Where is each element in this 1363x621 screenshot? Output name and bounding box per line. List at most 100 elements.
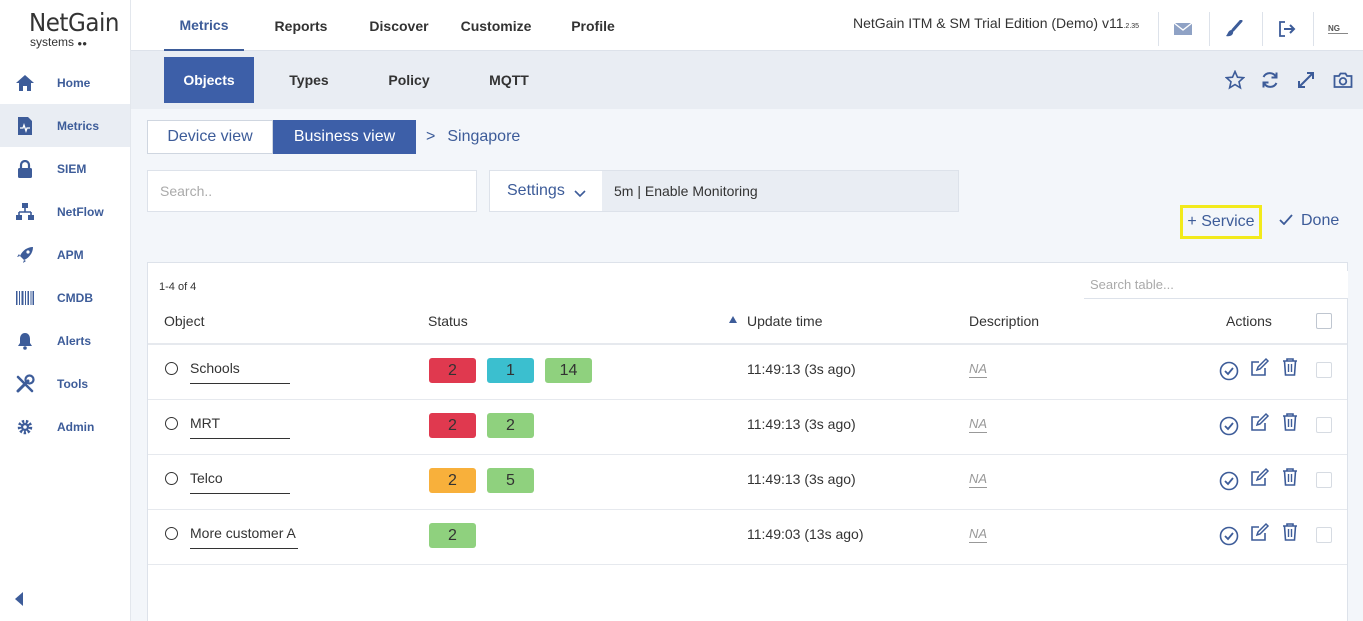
check-circle-icon[interactable] [1218, 525, 1240, 547]
refresh-icon[interactable] [1259, 69, 1281, 91]
settings-group: Settings 5m | Enable Monitoring [489, 170, 959, 212]
status-badge[interactable]: 5 [487, 468, 534, 493]
device-view-button[interactable]: Device view [147, 120, 273, 154]
star-icon[interactable] [1224, 69, 1246, 91]
column-header-update-time[interactable]: Update time [747, 313, 822, 329]
update-time: 11:49:13 (3s ago) [747, 471, 856, 487]
trash-icon[interactable] [1279, 356, 1301, 378]
collapse-sidebar-icon[interactable] [14, 591, 26, 607]
status-badge[interactable]: 14 [545, 358, 592, 383]
row-checkbox[interactable] [1316, 527, 1332, 543]
status-badge[interactable]: 2 [429, 413, 476, 438]
row-radio[interactable] [165, 472, 178, 485]
business-view-button[interactable]: Business view [273, 120, 416, 154]
tab-profile[interactable]: Profile [553, 0, 633, 51]
done-button[interactable]: Done [1279, 212, 1339, 230]
row-radio[interactable] [165, 417, 178, 430]
table-search-input[interactable] [1084, 271, 1348, 299]
check-circle-icon[interactable] [1218, 415, 1240, 437]
breadcrumb-item-singapore[interactable]: Singapore [447, 128, 520, 145]
sidebar-item-netflow[interactable]: NetFlow [0, 190, 130, 233]
row-checkbox[interactable] [1316, 417, 1332, 433]
metrics-icon [14, 115, 36, 137]
add-service-button[interactable]: + Service [1180, 205, 1262, 239]
edit-icon[interactable] [1249, 356, 1271, 378]
check-circle-icon[interactable] [1218, 360, 1240, 382]
sidebar-item-tools[interactable]: Tools [0, 362, 130, 405]
status-badge[interactable]: 2 [429, 358, 476, 383]
sidebar-item-label: Home [57, 75, 91, 90]
expand-icon[interactable] [1295, 69, 1317, 91]
camera-icon[interactable] [1332, 69, 1354, 91]
edit-icon[interactable] [1249, 411, 1271, 433]
sidebar-item-label: APM [57, 247, 84, 262]
sidebar-item-label: NetFlow [57, 204, 104, 219]
settings-dropdown[interactable]: Settings [490, 171, 602, 211]
row-count: 1-4 of 4 [159, 281, 197, 293]
row-checkbox[interactable] [1316, 472, 1332, 488]
logo-subtext: systems ●● [30, 35, 88, 49]
trash-icon[interactable] [1279, 466, 1301, 488]
tab-policy[interactable]: Policy [369, 57, 449, 103]
sidebar-item-label: Admin [57, 419, 95, 434]
tab-mqtt[interactable]: MQTT [469, 57, 549, 103]
column-header-object[interactable]: Object [164, 313, 204, 329]
status-badge[interactable]: 2 [429, 523, 476, 548]
tab-reports[interactable]: Reports [261, 0, 341, 51]
row-checkbox[interactable] [1316, 362, 1332, 378]
barcode-icon [14, 287, 36, 309]
description-value[interactable]: NA [969, 416, 988, 433]
sidebar-item-alerts[interactable]: Alerts [0, 319, 130, 362]
edit-icon[interactable] [1249, 466, 1271, 488]
tab-discover[interactable]: Discover [359, 0, 439, 51]
edit-icon[interactable] [1249, 521, 1271, 543]
sidebar-item-cmdb[interactable]: CMDB [0, 276, 130, 319]
breadcrumb: > Singapore [426, 128, 520, 146]
sidebar-item-label: CMDB [57, 290, 93, 305]
sidebar-item-apm[interactable]: APM [0, 233, 130, 276]
sidebar-item-home[interactable]: Home [0, 61, 130, 104]
mail-icon[interactable] [1158, 12, 1206, 46]
trash-icon[interactable] [1279, 411, 1301, 433]
company-logo-icon: NG [1313, 12, 1361, 46]
update-time: 11:49:03 (13s ago) [747, 526, 864, 542]
logout-icon[interactable] [1262, 12, 1310, 46]
sidebar: NetGain systems ●● Home Metrics SIEM Net… [0, 0, 131, 621]
row-radio[interactable] [165, 527, 178, 540]
lock-icon [14, 158, 36, 180]
tab-customize[interactable]: Customize [453, 0, 539, 51]
description-value[interactable]: NA [969, 526, 988, 543]
bell-icon [14, 330, 36, 352]
edition-label: NetGain ITM & SM Trial Edition (Demo) v1… [853, 15, 1140, 31]
object-name-link[interactable]: MRT [190, 415, 290, 439]
description-value[interactable]: NA [969, 471, 988, 488]
home-icon [14, 72, 36, 94]
trash-icon[interactable] [1279, 521, 1301, 543]
column-header-status[interactable]: Status [428, 313, 468, 329]
select-all-checkbox[interactable] [1316, 313, 1332, 329]
update-time: 11:49:13 (3s ago) [747, 361, 856, 377]
brush-icon[interactable] [1209, 12, 1257, 46]
status-badge[interactable]: 2 [429, 468, 476, 493]
column-header-description[interactable]: Description [969, 313, 1039, 329]
object-name-link[interactable]: Schools [190, 360, 290, 384]
logo-text: NetGain [29, 8, 120, 37]
check-circle-icon[interactable] [1218, 470, 1240, 492]
table-row: Telco 2 5 11:49:13 (3s ago) NA [148, 455, 1347, 510]
sidebar-item-admin[interactable]: Admin [0, 405, 130, 448]
description-value[interactable]: NA [969, 361, 988, 378]
sidebar-item-siem[interactable]: SIEM [0, 147, 130, 190]
status-badge[interactable]: 2 [487, 413, 534, 438]
tab-metrics[interactable]: Metrics [164, 0, 244, 51]
sidebar-item-metrics[interactable]: Metrics [0, 104, 130, 147]
row-radio[interactable] [165, 362, 178, 375]
search-input[interactable] [147, 170, 477, 212]
settings-label: Settings [507, 182, 565, 199]
update-time: 11:49:13 (3s ago) [747, 416, 856, 432]
tab-types[interactable]: Types [269, 57, 349, 103]
status-badge[interactable]: 1 [487, 358, 534, 383]
object-name-link[interactable]: More customer A [190, 525, 298, 549]
object-name-link[interactable]: Telco [190, 470, 290, 494]
tab-objects[interactable]: Objects [164, 57, 254, 103]
sort-ascending-icon[interactable] [729, 316, 737, 323]
